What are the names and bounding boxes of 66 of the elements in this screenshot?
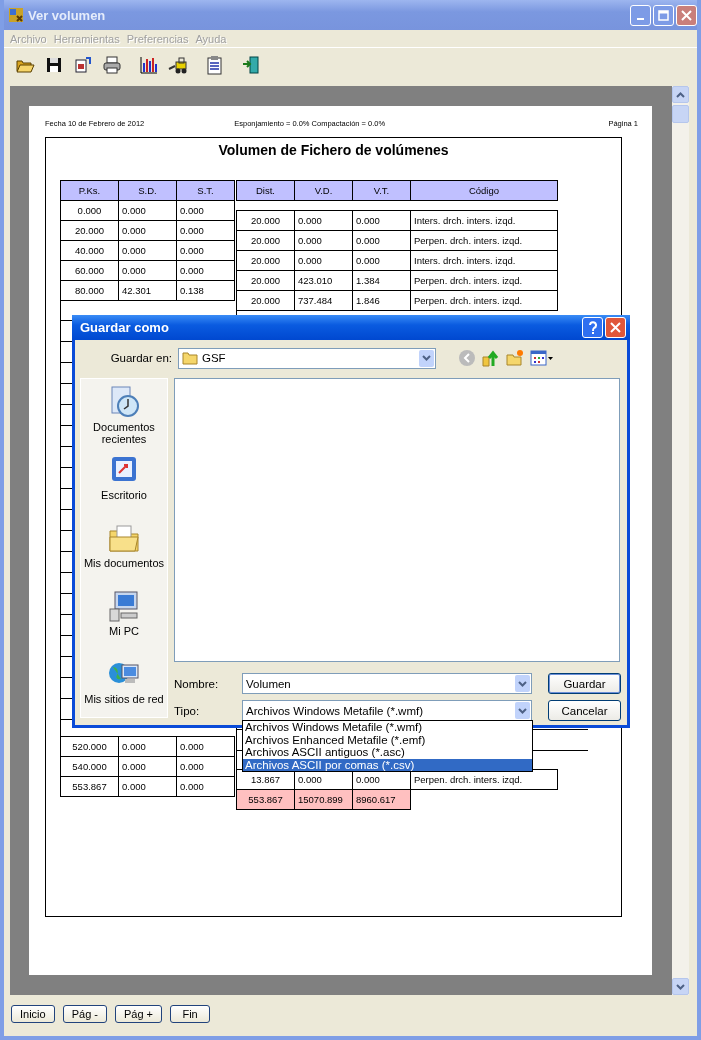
places-item[interactable]: Documentos recientes (81, 385, 167, 445)
file-type-dropdown[interactable]: Archivos Windows Metafile (*.wmf) (242, 700, 532, 721)
table-cell: 20.000 (236, 290, 295, 311)
folder-icon (182, 351, 198, 365)
column-header: V.D. (294, 180, 353, 201)
app-icon (8, 7, 24, 23)
help-icon (587, 321, 598, 334)
minimize-icon (637, 18, 644, 20)
page-nav-button[interactable]: Pág - (62, 1005, 107, 1023)
vertical-scrollbar[interactable] (672, 86, 689, 995)
printer-icon[interactable] (101, 54, 123, 76)
caret-icon (422, 355, 431, 361)
caret-icon (518, 680, 527, 687)
table-cell: 0.000 (176, 776, 235, 797)
column-header: Dist. (236, 180, 295, 201)
caret-icon (518, 707, 527, 714)
save-button[interactable]: Guardar (548, 673, 621, 694)
total-cell: 15070.899 (294, 789, 353, 810)
cancel-button[interactable]: Cancelar (548, 700, 621, 721)
computer-icon (107, 589, 141, 623)
scroll-up-icon[interactable] (672, 86, 689, 103)
minimize-button[interactable] (630, 4, 651, 26)
places-item[interactable]: Mis documentos (81, 521, 167, 581)
table-cell: 0.000 (176, 736, 235, 757)
save-in-dropdown[interactable]: GSF (178, 347, 436, 369)
view-menu-icon[interactable] (530, 349, 554, 367)
up-folder-icon[interactable] (482, 349, 500, 367)
file-name-label: Nombre: (174, 677, 220, 690)
total-cell: 553.867 (236, 789, 295, 810)
close-button[interactable] (676, 4, 697, 26)
file-type-option[interactable]: Archivos ASCII antiguos (*.asc) (243, 746, 532, 759)
table-cell: 553.867 (60, 776, 119, 797)
table-cell: Inters. drch. inters. izqd. (410, 210, 558, 231)
save-in-label: Guardar en: (109, 352, 172, 364)
export-icon[interactable] (72, 54, 94, 76)
page-nav-button[interactable]: Inicio (11, 1005, 55, 1023)
window-title: Ver volumen (28, 7, 107, 23)
close-icon (610, 322, 621, 333)
total-cell: 8960.617 (352, 789, 411, 810)
report-title: Volumen de Fichero de volúmenes (217, 142, 450, 158)
places-item[interactable]: Mis sitios de red (81, 657, 167, 717)
table-cell: 80.000 (60, 280, 119, 301)
page-nav-button[interactable]: Fin (170, 1005, 211, 1023)
table-cell: 0.138 (176, 280, 235, 301)
places-item[interactable]: Escritorio (81, 453, 167, 513)
help-button[interactable] (582, 317, 603, 338)
file-type-option[interactable]: Archivos Enhanced Metafile (*.emf) (243, 733, 532, 746)
bulldozer-icon[interactable] (167, 54, 189, 76)
file-name-field[interactable]: Volumen (242, 673, 532, 694)
close-icon (681, 9, 692, 21)
places-item[interactable]: Mi PC (81, 589, 167, 649)
scroll-down-icon[interactable] (672, 978, 689, 995)
maximize-button[interactable] (653, 4, 674, 26)
file-type-option[interactable]: Archivos ASCII por comas (*.csv) (243, 758, 532, 771)
bar-chart-icon[interactable] (138, 54, 160, 76)
file-type-option[interactable]: Archivos Windows Metafile (*.wmf) (243, 721, 532, 734)
maximize-icon (658, 9, 669, 21)
column-header: V.T. (352, 180, 411, 201)
dialog-title: Guardar como (80, 320, 170, 335)
file-type-label: Tipo: (174, 704, 201, 717)
close-button[interactable] (605, 317, 626, 338)
page-nav-button[interactable]: Pág + (115, 1005, 163, 1023)
table-cell: Perpen. drch. inters. izqd. (410, 290, 558, 311)
scroll-thumb[interactable] (672, 105, 689, 123)
column-header: S.T. (176, 180, 235, 201)
column-header: Código (410, 180, 558, 201)
